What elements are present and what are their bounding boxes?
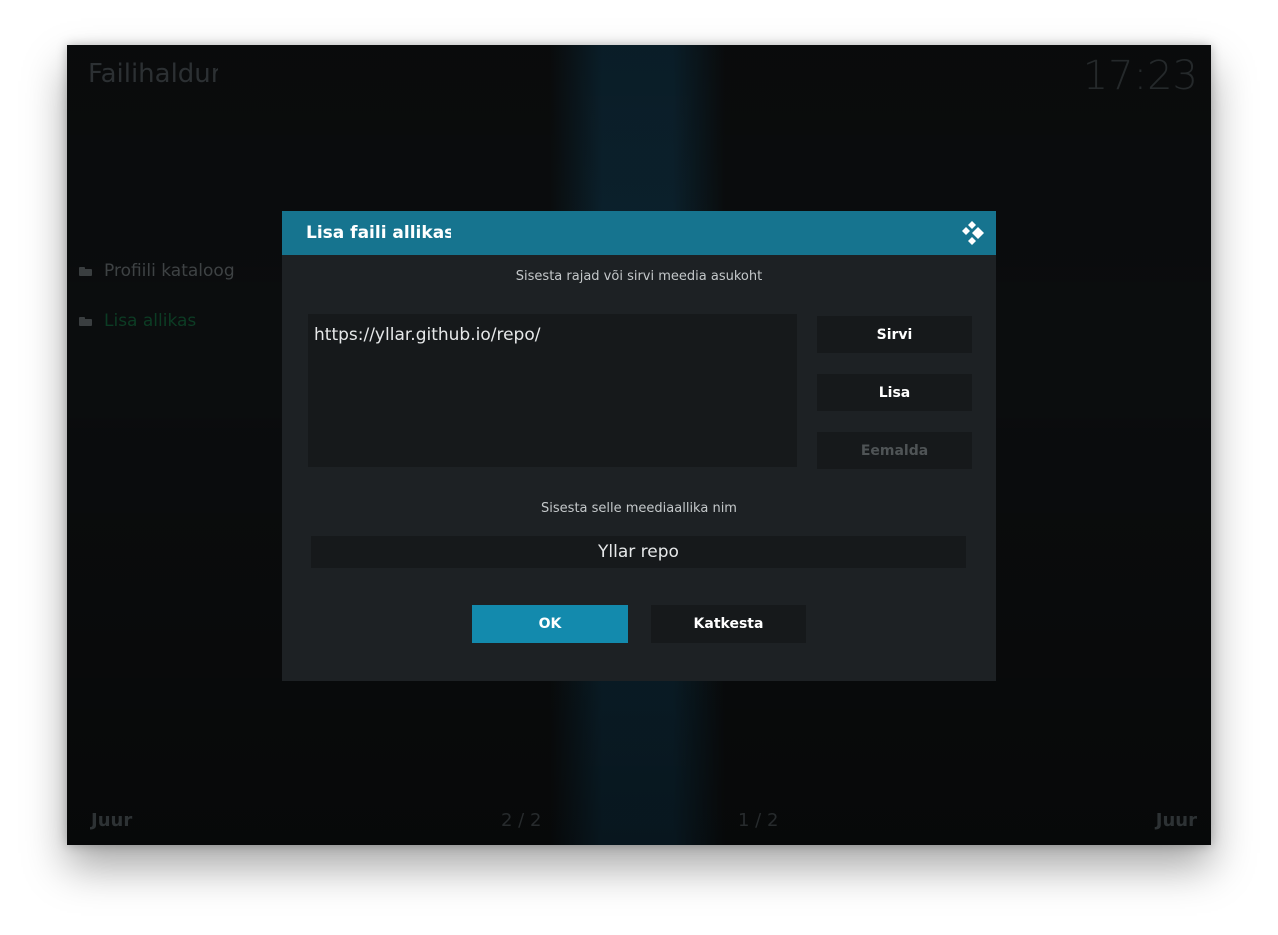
dialog-title: Lisa faili allikas <box>306 223 451 243</box>
source-name-input[interactable]: Yllar repo <box>311 536 966 568</box>
sidebar-item-profile-directory[interactable]: Profiili kataloog <box>79 259 235 283</box>
source-path-list[interactable]: https://yllar.github.io/repo/ <box>308 314 797 467</box>
clock: 17:23 <box>1082 53 1198 99</box>
path-list-item[interactable]: https://yllar.github.io/repo/ <box>314 325 540 345</box>
page-title: Failihaldur <box>88 59 218 89</box>
sidebar-item-label: Lisa allikas <box>104 311 197 331</box>
folder-icon <box>79 316 92 326</box>
folder-icon <box>79 266 92 276</box>
cancel-button[interactable]: Katkesta <box>651 605 806 643</box>
footer-right-page-count: 1 / 2 <box>738 810 779 831</box>
add-button[interactable]: Lisa <box>817 374 972 411</box>
name-prompt: Sisesta selle meediaallika nim <box>541 501 737 516</box>
remove-button[interactable]: Eemalda <box>817 432 972 469</box>
kodi-logo-icon <box>962 221 984 245</box>
dialog-header: Lisa faili allikas <box>282 211 996 255</box>
sidebar-item-add-source[interactable]: Lisa allikas <box>79 309 196 333</box>
ok-button[interactable]: OK <box>472 605 628 643</box>
footer-left-page-count: 2 / 2 <box>501 810 542 831</box>
path-prompt: Sisesta rajad või sirvi meedia asukoht <box>515 269 763 284</box>
sidebar-item-label: Profiili kataloog <box>104 261 235 281</box>
footer-right-label: Juur <box>1155 810 1197 831</box>
add-source-dialog: Lisa faili allikas Sisesta rajad või sir… <box>282 211 996 681</box>
browse-button[interactable]: Sirvi <box>817 316 972 353</box>
footer-left-label: Juur <box>91 810 133 831</box>
